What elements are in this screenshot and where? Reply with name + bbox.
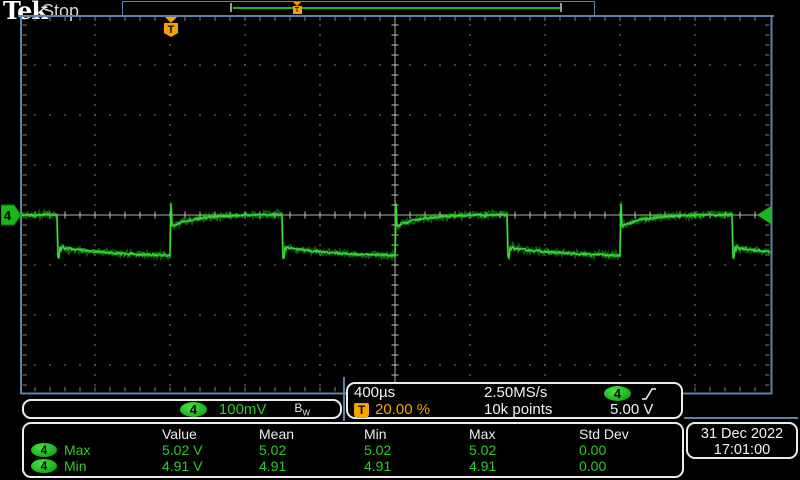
trigger-level-arrow-icon [755,205,772,225]
measurement-row-min: 4 Min 4.91 V 4.91 4.91 4.91 0.00 [24,458,682,474]
meas-max: 5.02 [469,442,579,458]
record-length: 10k points [482,402,602,418]
acquisition-bar: T [122,1,595,16]
graticule [20,15,773,395]
measurement-channel-badge: 4 [31,459,57,473]
record-bracket-left [230,3,232,12]
meas-min: 5.02 [364,442,469,458]
trigger-source-badge: 4 [604,386,631,401]
bandwidth-limit-icon: BW [294,401,310,417]
measurement-table: Value Mean Min Max Std Dev 4 Max 5.02 V … [22,422,684,478]
meas-value: 5.02 V [162,442,259,458]
trigger-slope-rising-icon [640,386,657,401]
channel4-position-marker: 4 [1,203,23,227]
measurement-name: Max [64,442,90,458]
svg-text:4: 4 [4,208,12,223]
col-header-min: Min [364,426,469,442]
col-header-stddev: Std Dev [579,426,682,442]
channel-readout-box: 4 100mV BW [22,399,342,419]
meas-mean: 5.02 [259,442,364,458]
col-header-mean: Mean [259,426,364,442]
trigger-source-cell: 4 [602,385,681,402]
channel-scale: 100mV [219,401,267,418]
col-header-value: Value [162,426,259,442]
measurement-header-row: Value Mean Min Max Std Dev [24,426,682,442]
date-time-box: 31 Dec 2022 17:01:00 [686,422,798,459]
meas-min: 4.91 [364,458,469,474]
date-label: 31 Dec 2022 [688,426,796,442]
meas-stddev: 0.00 [579,442,682,458]
frame-stub-horizontal [684,417,798,419]
horizontal-trigger-readout-box: 400µs 2.50MS/s 4 T 20.00 % 10k points 5.… [346,382,683,419]
bar-trigger-position-icon: T [291,2,303,13]
trigger-t-icon: T [354,403,369,418]
measurement-row-max: 4 Max 5.02 V 5.02 5.02 5.02 0.00 [24,442,682,458]
meas-stddev: 0.00 [579,458,682,474]
sample-rate: 2.50MS/s [482,385,602,402]
trigger-level: 5.00 V [602,402,681,418]
record-bracket-right [560,3,562,12]
col-header-max: Max [469,426,579,442]
time-label: 17:01:00 [688,442,796,458]
meas-mean: 4.91 [259,458,364,474]
record-window-line [233,7,561,9]
horizontal-scale: 400µs [354,385,482,402]
oscilloscope-screen: Tek Stop T T 4 4 100mV BW 400µs 2.50MS/s [0,0,800,480]
trigger-position-marker-icon: T [164,17,178,37]
meas-max: 4.91 [469,458,579,474]
measurement-channel-badge: 4 [31,443,57,457]
meas-value: 4.91 V [162,458,259,474]
trigger-position-readout: T 20.00 % [354,402,482,418]
channel-badge: 4 [180,402,207,417]
measurement-name: Min [64,458,87,474]
